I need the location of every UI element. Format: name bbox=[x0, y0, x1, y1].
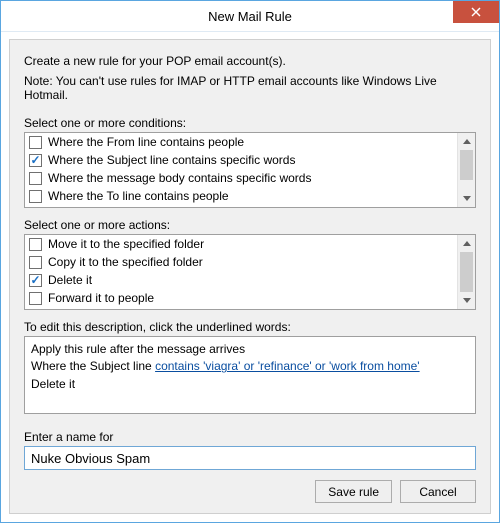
close-icon bbox=[471, 7, 481, 17]
conditions-items: Where the From line contains people Wher… bbox=[25, 133, 458, 207]
rule-name-input[interactable] bbox=[24, 446, 476, 470]
condition-label: Where the Subject line contains specific… bbox=[48, 153, 295, 167]
conditions-label: Select one or more conditions: bbox=[24, 116, 476, 130]
condition-checkbox[interactable] bbox=[29, 154, 42, 167]
action-checkbox[interactable] bbox=[29, 292, 42, 305]
dialog-body: Create a new rule for your POP email acc… bbox=[9, 39, 491, 514]
condition-checkbox[interactable] bbox=[29, 172, 42, 185]
action-checkbox[interactable] bbox=[29, 238, 42, 251]
condition-label: Where the To line contains people bbox=[48, 189, 229, 203]
chevron-down-icon bbox=[463, 196, 471, 201]
action-label: Forward it to people bbox=[48, 291, 154, 305]
scroll-up-button[interactable] bbox=[458, 133, 475, 150]
conditions-scrollbar[interactable] bbox=[457, 133, 475, 207]
action-row[interactable]: Move it to the specified folder bbox=[25, 235, 458, 253]
scroll-down-button[interactable] bbox=[458, 292, 475, 309]
cancel-button[interactable]: Cancel bbox=[400, 480, 476, 503]
chevron-up-icon bbox=[463, 139, 471, 144]
subject-words-link[interactable]: contains 'viagra' or 'refinance' or 'wor… bbox=[155, 359, 420, 373]
titlebar: New Mail Rule bbox=[1, 1, 499, 32]
scroll-up-button[interactable] bbox=[458, 235, 475, 252]
description-line: Delete it bbox=[31, 376, 469, 393]
condition-label: Where the message body contains specific… bbox=[48, 171, 311, 185]
action-checkbox[interactable] bbox=[29, 256, 42, 269]
close-button[interactable] bbox=[453, 1, 499, 23]
conditions-listbox[interactable]: Where the From line contains people Wher… bbox=[24, 132, 476, 208]
description-line: Where the Subject line contains 'viagra'… bbox=[31, 358, 469, 375]
description-label: To edit this description, click the unde… bbox=[24, 320, 476, 334]
condition-row[interactable]: Where the From line contains people bbox=[25, 133, 458, 151]
scroll-thumb[interactable] bbox=[460, 150, 473, 180]
condition-row[interactable]: Where the Subject line contains specific… bbox=[25, 151, 458, 169]
chevron-down-icon bbox=[463, 298, 471, 303]
note-text: Note: You can't use rules for IMAP or HT… bbox=[24, 74, 476, 102]
description-line: Apply this rule after the message arrive… bbox=[31, 341, 469, 358]
name-label: Enter a name for bbox=[24, 430, 476, 444]
save-rule-button[interactable]: Save rule bbox=[315, 480, 392, 503]
condition-checkbox[interactable] bbox=[29, 136, 42, 149]
condition-label: Where the From line contains people bbox=[48, 135, 244, 149]
action-label: Delete it bbox=[48, 273, 92, 287]
dialog-buttons: Save rule Cancel bbox=[315, 480, 476, 503]
condition-row[interactable]: Where the message body contains specific… bbox=[25, 169, 458, 187]
chevron-up-icon bbox=[463, 241, 471, 246]
scroll-down-button[interactable] bbox=[458, 190, 475, 207]
action-checkbox[interactable] bbox=[29, 274, 42, 287]
actions-scrollbar[interactable] bbox=[457, 235, 475, 309]
action-label: Copy it to the specified folder bbox=[48, 255, 203, 269]
description-text: Where the Subject line bbox=[31, 359, 155, 373]
condition-checkbox[interactable] bbox=[29, 190, 42, 203]
actions-items: Move it to the specified folder Copy it … bbox=[25, 235, 458, 309]
intro-text: Create a new rule for your POP email acc… bbox=[24, 54, 476, 68]
action-row[interactable]: Delete it bbox=[25, 271, 458, 289]
actions-label: Select one or more actions: bbox=[24, 218, 476, 232]
scroll-thumb[interactable] bbox=[460, 252, 473, 292]
action-label: Move it to the specified folder bbox=[48, 237, 204, 251]
description-box: Apply this rule after the message arrive… bbox=[24, 336, 476, 414]
action-row[interactable]: Forward it to people bbox=[25, 289, 458, 307]
condition-row[interactable]: Where the To line contains people bbox=[25, 187, 458, 205]
actions-listbox[interactable]: Move it to the specified folder Copy it … bbox=[24, 234, 476, 310]
action-row[interactable]: Copy it to the specified folder bbox=[25, 253, 458, 271]
new-mail-rule-window: New Mail Rule Create a new rule for your… bbox=[0, 0, 500, 523]
window-title: New Mail Rule bbox=[208, 9, 292, 24]
